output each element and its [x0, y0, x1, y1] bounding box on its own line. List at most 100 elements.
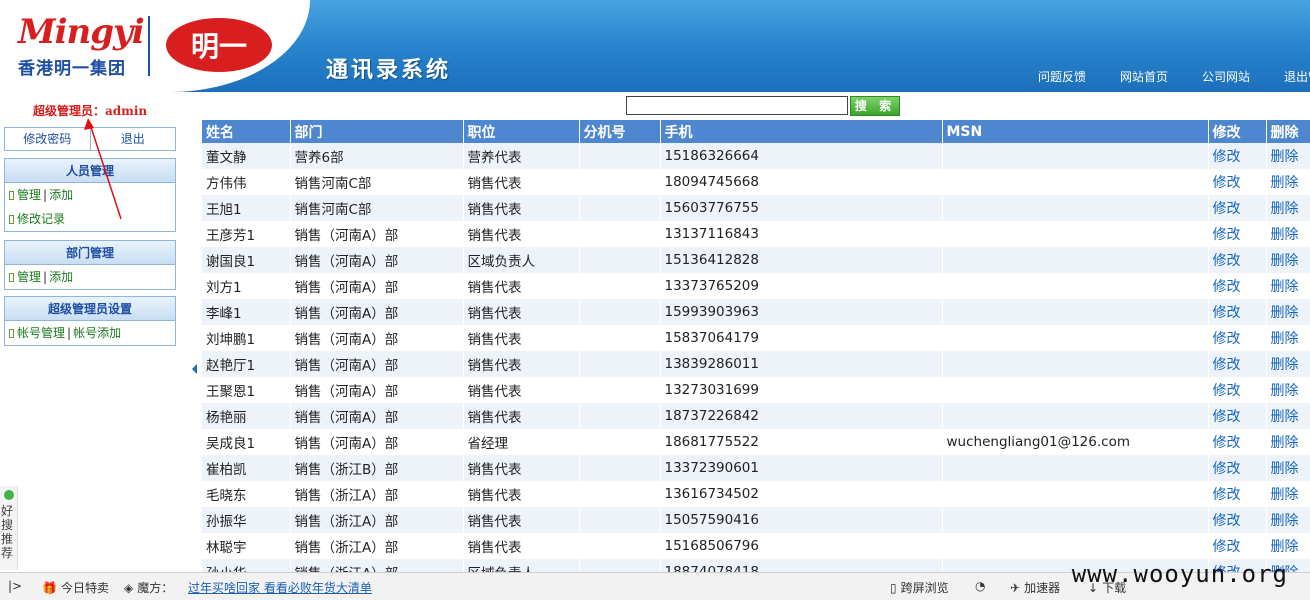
- table-row: 崔柏凯 销售（浙江B）部 销售代表 13372390601 修改 删除: [202, 455, 1310, 481]
- delete-link[interactable]: 删除: [1271, 279, 1299, 295]
- personnel-manage-link[interactable]: 管理: [17, 188, 41, 202]
- edit-records-link[interactable]: 修改记录: [17, 212, 65, 226]
- cell-delete: 删除: [1266, 377, 1310, 403]
- admin-label: 超级管理员：admin: [33, 104, 148, 118]
- edit-link[interactable]: 修改: [1213, 279, 1241, 295]
- cell-position: 销售代表: [463, 351, 580, 377]
- personnel-add-link[interactable]: 添加: [49, 188, 73, 202]
- delete-link[interactable]: 删除: [1271, 435, 1299, 451]
- edit-link[interactable]: 修改: [1213, 175, 1241, 191]
- cell-delete: 删除: [1266, 455, 1310, 481]
- cell-msn: [942, 403, 1209, 429]
- table-row: 王彦芳1 销售（河南A）部 销售代表 13137116843 修改 删除: [202, 221, 1310, 247]
- department-add-link[interactable]: 添加: [49, 270, 73, 284]
- cell-edit: 修改: [1208, 403, 1267, 429]
- edit-link[interactable]: 修改: [1213, 409, 1241, 425]
- account-manage-link[interactable]: 帐号管理: [17, 326, 65, 340]
- cell-position: 营养代表: [463, 143, 580, 169]
- ad-link[interactable]: 过年买啥回家 看看必败年货大清单: [188, 579, 372, 596]
- table-row: 方伟伟 销售河南C部 销售代表 18094745668 修改 删除: [202, 169, 1310, 195]
- edit-link[interactable]: 修改: [1213, 487, 1241, 503]
- cell-department: 销售（河南A）部: [290, 221, 464, 247]
- table-row: 杨艳丽 销售（河南A）部 销售代表 18737226842 修改 删除: [202, 403, 1310, 429]
- cell-department: 销售（河南A）部: [290, 299, 464, 325]
- nav-feedback-link[interactable]: 问题反馈: [1038, 68, 1086, 85]
- edit-link[interactable]: 修改: [1213, 253, 1241, 269]
- cell-msn: [942, 533, 1209, 559]
- cell-name: 王聚恩1: [202, 377, 291, 403]
- change-password-button[interactable]: 修改密码: [5, 128, 91, 150]
- cell-msn: [942, 299, 1209, 325]
- department-section: 部门管理 管理 | 添加: [4, 240, 176, 290]
- delete-link[interactable]: 删除: [1271, 409, 1299, 425]
- edit-link[interactable]: 修改: [1213, 539, 1241, 555]
- rocket-icon: ✈: [1010, 581, 1021, 595]
- magic-cube-button[interactable]: ◈ 魔方：: [124, 579, 173, 596]
- nav-logout-link[interactable]: 退出管: [1284, 68, 1310, 85]
- contacts-table: 姓名 部门 职位 分机号 手机 MSN 修改 删除 董文静 营养6部 营养代表 151…: [202, 120, 1310, 572]
- edit-link[interactable]: 修改: [1213, 227, 1241, 243]
- cell-department: 销售（河南A）部: [290, 325, 464, 351]
- delete-link[interactable]: 删除: [1271, 305, 1299, 321]
- cell-name: 孙振华: [202, 507, 291, 533]
- search-button[interactable]: 搜 索: [850, 96, 900, 116]
- edit-link[interactable]: 修改: [1213, 305, 1241, 321]
- edit-link[interactable]: 修改: [1213, 357, 1241, 373]
- delete-link[interactable]: 删除: [1271, 201, 1299, 217]
- cell-extension: [579, 377, 661, 403]
- account-add-link[interactable]: 帐号添加: [73, 326, 121, 340]
- delete-link[interactable]: 删除: [1271, 461, 1299, 477]
- cell-msn: [942, 325, 1209, 351]
- delete-link[interactable]: 删除: [1271, 513, 1299, 529]
- cell-name: 刘坤鹏1: [202, 325, 291, 351]
- cell-msn: [942, 221, 1209, 247]
- delete-link[interactable]: 删除: [1271, 539, 1299, 555]
- cell-msn: [942, 481, 1209, 507]
- accelerator-label: 加速器: [1024, 581, 1061, 595]
- cell-edit: 修改: [1208, 273, 1267, 299]
- edit-link[interactable]: 修改: [1213, 383, 1241, 399]
- delete-link[interactable]: 删除: [1271, 357, 1299, 373]
- table-row: 王聚恩1 销售（河南A）部 销售代表 13273031699 修改 删除: [202, 377, 1310, 403]
- table-row: 王旭1 销售河南C部 销售代表 15603776755 修改 删除: [202, 195, 1310, 221]
- column-header-mobile: 手机: [660, 120, 943, 143]
- delete-link[interactable]: 删除: [1271, 331, 1299, 347]
- magic-cube-label: 魔方：: [137, 581, 174, 595]
- cell-msn: [942, 195, 1209, 221]
- delete-link[interactable]: 删除: [1271, 227, 1299, 243]
- department-manage-link[interactable]: 管理: [17, 270, 41, 284]
- search-input[interactable]: [626, 96, 848, 115]
- edit-link[interactable]: 修改: [1213, 331, 1241, 347]
- collapse-sidebar-icon[interactable]: [192, 364, 197, 374]
- cell-position: 区域负责人: [463, 247, 580, 273]
- edit-link[interactable]: 修改: [1213, 461, 1241, 477]
- delete-link[interactable]: 删除: [1271, 487, 1299, 503]
- sidebar-toggle-icon[interactable]: |>: [8, 579, 22, 593]
- cell-edit: 修改: [1208, 351, 1267, 377]
- cell-mobile: 15168506796: [660, 533, 943, 559]
- edit-link[interactable]: 修改: [1213, 435, 1241, 451]
- delete-link[interactable]: 删除: [1271, 149, 1299, 165]
- table-row: 刘方1 销售（河南A）部 销售代表 13373765209 修改 删除: [202, 273, 1310, 299]
- page-header: Mingyi 香港明一集团 明一 通讯录系统 问题反馈 网站首页 公司网站 退出…: [0, 0, 1310, 92]
- superadmin-section-title: 超级管理员设置: [5, 297, 175, 321]
- daily-deals-button[interactable]: 🎁 今日特卖: [42, 579, 109, 596]
- edit-link[interactable]: 修改: [1213, 149, 1241, 165]
- history-icon[interactable]: ◔: [975, 579, 985, 593]
- delete-link[interactable]: 删除: [1271, 253, 1299, 269]
- delete-link[interactable]: 删除: [1271, 383, 1299, 399]
- cell-name: 王旭1: [202, 195, 291, 221]
- edit-link[interactable]: 修改: [1213, 513, 1241, 529]
- delete-link[interactable]: 删除: [1271, 175, 1299, 191]
- nav-home-link[interactable]: 网站首页: [1120, 68, 1168, 85]
- nav-company-link[interactable]: 公司网站: [1202, 68, 1250, 85]
- haosou-recommend-widget[interactable]: 好搜推荐: [0, 486, 18, 570]
- cell-edit: 修改: [1208, 481, 1267, 507]
- accelerator-button[interactable]: ✈ 加速器: [1010, 579, 1060, 596]
- cross-screen-button[interactable]: ▯ 跨屏浏览: [890, 579, 949, 596]
- logout-button[interactable]: 退出: [91, 128, 176, 150]
- department-section-title: 部门管理: [5, 241, 175, 265]
- cell-department: 销售（浙江A）部: [290, 507, 464, 533]
- edit-link[interactable]: 修改: [1213, 201, 1241, 217]
- table-row: 吴成良1 销售（河南A）部 省经理 18681775522 wuchengliang01…: [202, 429, 1310, 455]
